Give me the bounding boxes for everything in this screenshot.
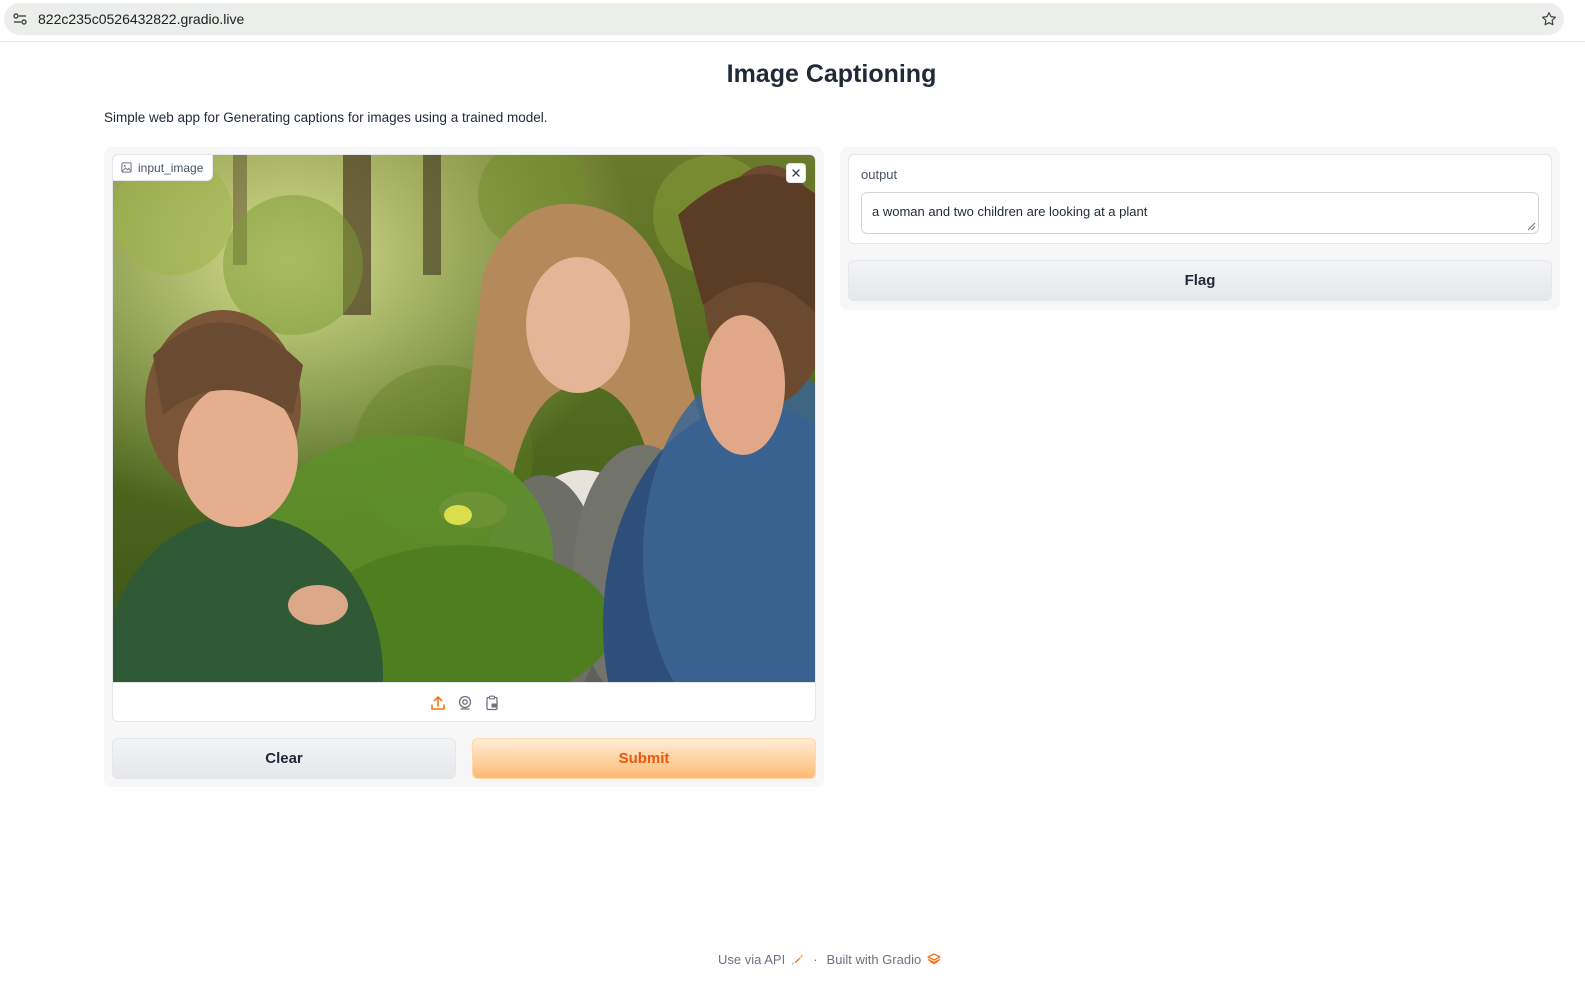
output-textbox[interactable]: a woman and two children are looking at … [861, 192, 1539, 234]
use-via-api-text: Use via API [718, 951, 786, 967]
browser-toolbar: 822c235c0526432822.gradio.live [0, 0, 1585, 42]
footer-separator: · [813, 951, 818, 967]
built-with-gradio-text: Built with Gradio [826, 951, 922, 967]
clear-button[interactable]: Clear [112, 738, 456, 779]
image-label-text: input_image [138, 160, 204, 175]
clipboard-source-button[interactable] [484, 695, 500, 711]
built-with-gradio-link[interactable]: Built with Gradio [827, 952, 942, 967]
upload-source-button[interactable] [430, 695, 446, 711]
star-icon[interactable] [1540, 10, 1558, 28]
uploaded-image [113, 155, 815, 682]
image-input[interactable]: input_image [112, 154, 816, 722]
source-selector [113, 682, 815, 721]
output-text: a woman and two children are looking at … [872, 204, 1148, 219]
address-bar[interactable]: 822c235c0526432822.gradio.live [4, 3, 1564, 35]
flag-button[interactable]: Flag [848, 260, 1552, 301]
clipboard-icon [486, 695, 498, 711]
output-label: output [861, 167, 898, 182]
photo-forest-scene [113, 155, 815, 682]
footer: Use via API · Built with Gradio [718, 949, 941, 969]
output-panel: output a woman and two children are look… [840, 147, 1560, 310]
site-settings-icon[interactable] [12, 11, 28, 27]
webcam-source-button[interactable] [457, 695, 473, 711]
rocket-icon [792, 953, 804, 965]
use-via-api-link[interactable]: Use via API [718, 952, 804, 967]
gradio-logo-icon [927, 953, 941, 965]
url-text[interactable]: 822c235c0526432822.gradio.live [38, 11, 244, 27]
submit-button[interactable]: Submit [472, 738, 816, 779]
image-icon [121, 162, 132, 173]
input-panel: input_image Clear Submit [104, 147, 824, 787]
webcam-icon [458, 695, 472, 710]
page-description: Simple web app for Generating captions f… [104, 110, 548, 125]
page-title: Image Captioning [726, 60, 937, 88]
upload-icon [431, 696, 445, 710]
close-icon [792, 169, 800, 177]
resize-grip-icon[interactable] [1527, 222, 1536, 231]
output-textbox-block: output a woman and two children are look… [848, 154, 1552, 244]
remove-image-button[interactable] [786, 163, 806, 183]
image-label: input_image [113, 155, 214, 181]
